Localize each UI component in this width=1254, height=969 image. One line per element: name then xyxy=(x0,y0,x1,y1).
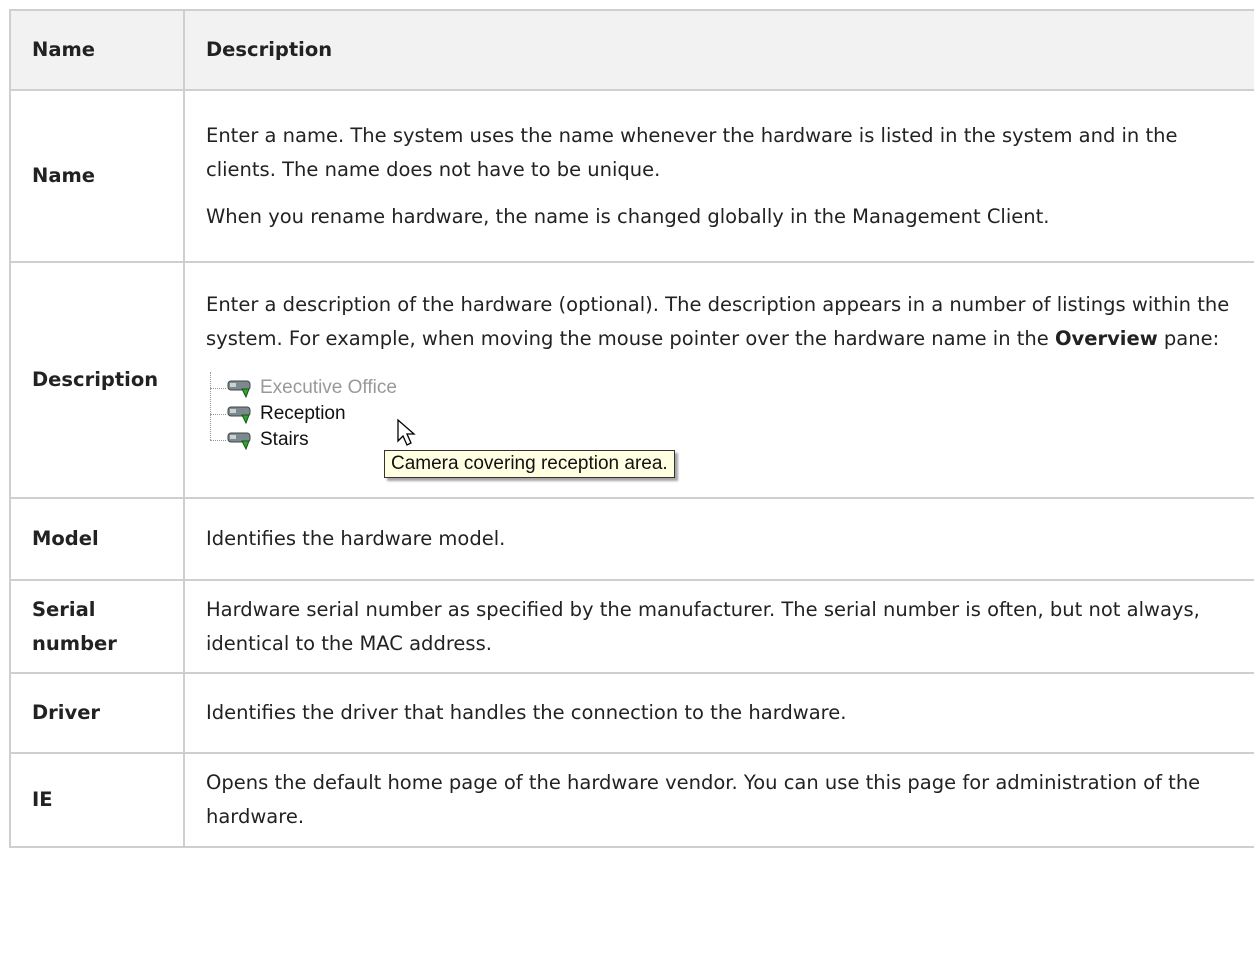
property-name: Description xyxy=(9,261,185,499)
table-row: Model Identifies the hardware model. xyxy=(9,497,1254,581)
description-paragraph: Enter a description of the hardware (opt… xyxy=(206,288,1239,356)
description-paragraph: Enter a name. The system uses the name w… xyxy=(206,123,1178,181)
camera-tooltip: Camera covering reception area. xyxy=(384,450,675,478)
tree-item-stairs: Stairs xyxy=(210,428,309,452)
property-name: Serial number xyxy=(9,579,185,674)
table-row: IE Opens the default home page of the ha… xyxy=(9,752,1254,848)
header-name: Name xyxy=(9,9,185,91)
property-description: Identifies the hardware model. xyxy=(183,497,1254,581)
property-description: Enter a description of the hardware (opt… xyxy=(183,261,1254,499)
table-row: Name Enter a name. The system uses the n… xyxy=(9,89,1254,263)
tree-item-label: Executive Office xyxy=(260,377,397,398)
tree-item-reception: Reception xyxy=(210,402,346,426)
property-name: Model xyxy=(9,497,185,581)
overview-pane-term: Overview xyxy=(1054,327,1158,350)
table-row: Description Enter a description of the h… xyxy=(9,261,1254,499)
tree-item-label: Stairs xyxy=(260,429,309,450)
tree-item-executive-office: Executive Office xyxy=(210,376,397,400)
table-row: Driver Identifies the driver that handle… xyxy=(9,672,1254,754)
camera-icon xyxy=(227,380,251,399)
hardware-properties-table: Name Description Name Enter a name. The … xyxy=(9,9,1254,848)
property-description: Opens the default home page of the hardw… xyxy=(183,752,1254,848)
tree-item-label: Reception xyxy=(260,403,346,424)
mouse-pointer-icon xyxy=(397,418,416,446)
property-name: Driver xyxy=(9,672,185,754)
property-description: Hardware serial number as specified by t… xyxy=(183,579,1254,674)
tree-connector xyxy=(210,439,226,441)
property-description: Identifies the driver that handles the c… xyxy=(183,672,1254,754)
table-row: Serial number Hardware serial number as … xyxy=(9,579,1254,674)
description-paragraph: When you rename hardware, the name is ch… xyxy=(206,204,1050,228)
property-name: Name xyxy=(9,89,185,263)
camera-icon xyxy=(227,406,251,425)
description-text: pane: xyxy=(1157,327,1220,350)
camera-icon xyxy=(227,432,251,451)
property-name: IE xyxy=(9,752,185,848)
property-description: Enter a name. The system uses the name w… xyxy=(183,89,1254,263)
tree-connector xyxy=(210,387,226,389)
header-description: Description xyxy=(183,9,1254,91)
table-header-row: Name Description xyxy=(9,9,1254,91)
tree-connector xyxy=(210,413,226,415)
overview-pane-screenshot: Executive Office Reception Stairs Camera… xyxy=(206,372,746,478)
